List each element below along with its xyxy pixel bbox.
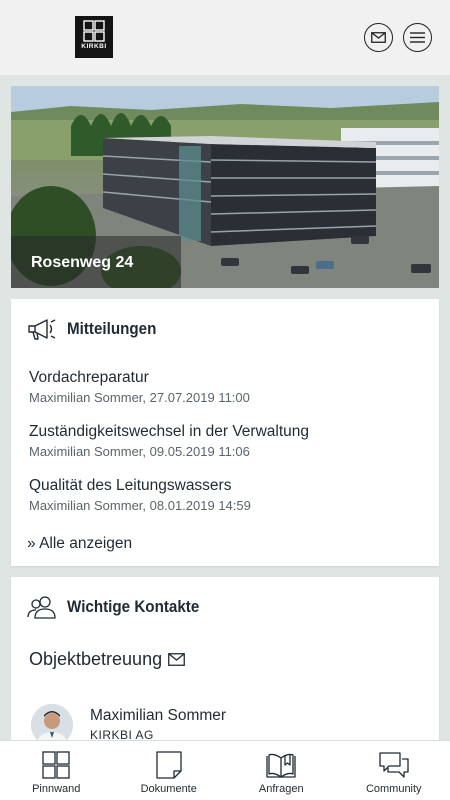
nav-label: Dokumente bbox=[140, 783, 197, 795]
messages-button[interactable] bbox=[364, 23, 393, 52]
logo-mark-icon bbox=[83, 20, 105, 42]
book-icon bbox=[266, 753, 296, 778]
notice-meta: Maximilian Sommer, 09.05.2019 11:06 bbox=[29, 444, 250, 459]
notice-title: Zuständigkeitswechsel in der Verwaltung bbox=[29, 423, 310, 440]
notices-title: Mitteilungen bbox=[67, 319, 157, 338]
grid-icon bbox=[42, 751, 70, 779]
contacts-header[interactable]: Wichtige Kontakte bbox=[27, 593, 211, 621]
notice-title: Qualität des Leitungswassers bbox=[29, 477, 232, 494]
contact-name[interactable]: Maximilian Sommer bbox=[90, 707, 226, 725]
notice-item[interactable]: Vordachreparatur Maximilian Sommer, 27.0… bbox=[29, 369, 250, 405]
nav-anfragen[interactable]: Anfragen bbox=[225, 741, 338, 800]
hamburger-icon bbox=[410, 32, 425, 43]
section-label: Objektbetreuung bbox=[29, 649, 163, 669]
section-object-care: Objektbetreuung bbox=[29, 649, 185, 670]
notice-title: Vordachreparatur bbox=[29, 369, 149, 386]
kirkbi-logo[interactable]: KIRKBI bbox=[75, 16, 113, 58]
notice-meta: Maximilian Sommer, 27.07.2019 11:00 bbox=[29, 390, 250, 405]
nav-pinnwand[interactable]: Pinnwand bbox=[0, 741, 113, 800]
contacts-title: Wichtige Kontakte bbox=[67, 597, 200, 616]
notice-item[interactable]: Zuständigkeitswechsel in der Verwaltung … bbox=[29, 423, 309, 459]
megaphone-icon bbox=[28, 319, 56, 340]
mail-icon bbox=[371, 32, 386, 43]
app-header: KIRKBI bbox=[0, 0, 450, 75]
notice-meta: Maximilian Sommer, 08.01.2019 14:59 bbox=[29, 498, 251, 513]
people-icon bbox=[27, 596, 56, 619]
nav-label: Pinnwand bbox=[32, 783, 81, 795]
nav-label: Anfragen bbox=[258, 783, 304, 795]
logo-text: KIRKBI bbox=[81, 43, 107, 50]
show-all-link[interactable]: » Alle anzeigen bbox=[27, 535, 132, 553]
notices-header[interactable]: Mitteilungen bbox=[27, 315, 164, 343]
chat-icon bbox=[379, 752, 409, 778]
notices-card: Mitteilungen Vordachreparatur Maximilian… bbox=[11, 299, 439, 566]
mail-icon[interactable] bbox=[168, 653, 185, 666]
bottom-navigation: Pinnwand Dokumente Anfragen Community bbox=[0, 740, 450, 800]
nav-community[interactable]: Community bbox=[338, 741, 450, 800]
notice-item[interactable]: Qualität des Leitungswassers Maximilian … bbox=[29, 477, 251, 513]
document-icon bbox=[156, 751, 182, 779]
nav-dokumente[interactable]: Dokumente bbox=[113, 741, 226, 800]
menu-button[interactable] bbox=[403, 23, 432, 52]
property-title: Rosenweg 24 bbox=[11, 236, 181, 288]
nav-label: Community bbox=[365, 783, 422, 795]
